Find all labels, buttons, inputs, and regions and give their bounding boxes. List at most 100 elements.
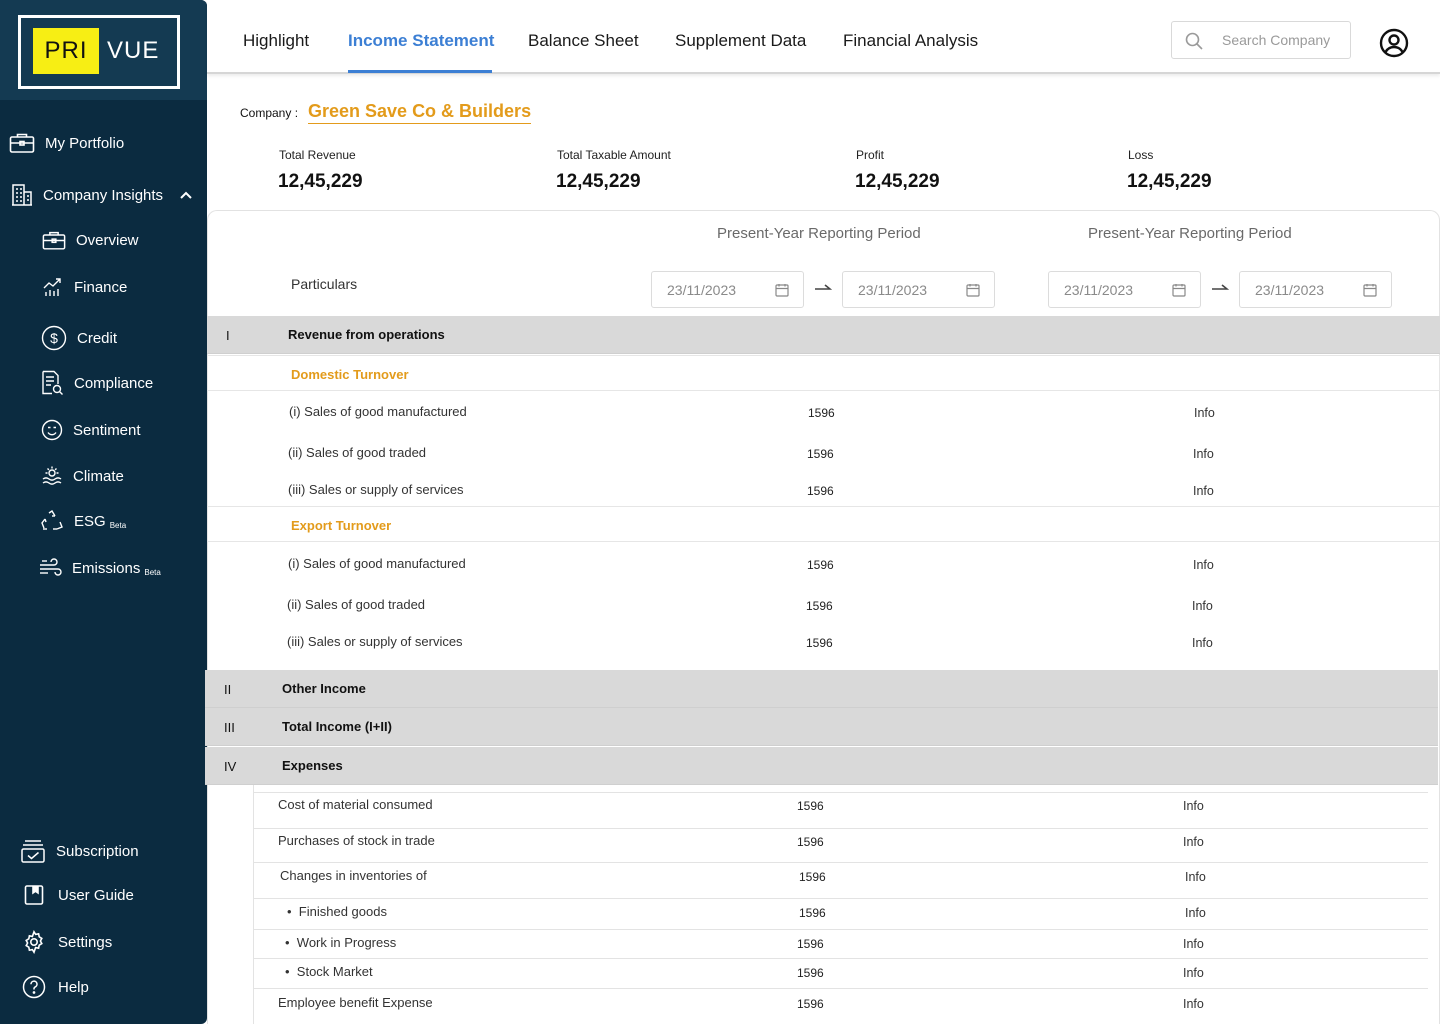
sidebar-item-esg[interactable]: ESG Beta bbox=[40, 509, 126, 533]
date-from-picker[interactable]: 23/11/2023 bbox=[651, 271, 804, 308]
sidebar-item-my-portfolio[interactable]: My Portfolio bbox=[9, 132, 124, 154]
chevron-up-icon[interactable] bbox=[179, 190, 193, 200]
row-value: 1596 bbox=[797, 937, 824, 951]
row-info: Info bbox=[1183, 997, 1204, 1011]
sidebar-item-sentiment[interactable]: Sentiment bbox=[41, 419, 141, 441]
sidebar-item-settings[interactable]: Settings bbox=[22, 930, 112, 954]
sidebar-item-label: Settings bbox=[58, 933, 113, 951]
row-value: 1596 bbox=[797, 997, 824, 1011]
row-info: Info bbox=[1185, 870, 1206, 884]
tab-income-statement[interactable]: Income Statement bbox=[348, 31, 494, 51]
row-label: • Stock Market bbox=[285, 964, 373, 979]
sidebar-item-company-insights[interactable]: Company Insights bbox=[11, 183, 193, 207]
section-row-other-income[interactable]: II Other Income bbox=[205, 670, 1438, 708]
row-value: 1596 bbox=[807, 558, 834, 572]
sidebar-item-credit[interactable]: $ Credit bbox=[41, 325, 117, 351]
sidebar-item-subscription[interactable]: Subscription bbox=[20, 838, 139, 864]
date-value: 23/11/2023 bbox=[1064, 282, 1134, 298]
sidebar-item-label: Sentiment bbox=[73, 421, 141, 439]
kpi-value: 12,45,229 bbox=[1127, 171, 1212, 192]
row-label: (ii) Sales of good traded bbox=[288, 445, 427, 460]
subscription-icon bbox=[21, 840, 45, 863]
sidebar-item-label: ESG Beta bbox=[74, 513, 126, 530]
sidebar-item-label: Finance bbox=[74, 278, 128, 296]
sidebar-item-label: Help bbox=[58, 978, 89, 996]
arrow-right-icon bbox=[815, 284, 832, 290]
row-label-text: Finished goods bbox=[298, 904, 387, 919]
search-input[interactable] bbox=[1222, 30, 1342, 50]
emissions-label: Emissions bbox=[72, 559, 141, 577]
row-value: 1596 bbox=[806, 599, 833, 613]
row-info: Info bbox=[1193, 447, 1214, 461]
climate-icon bbox=[42, 466, 62, 485]
subsection-title: Export Turnover bbox=[291, 518, 392, 533]
sidebar-item-compliance[interactable]: Compliance bbox=[40, 370, 153, 396]
date-from-picker[interactable]: 23/11/2023 bbox=[1048, 271, 1201, 308]
sidebar-item-label: Overview bbox=[76, 232, 139, 249]
row-value: 1596 bbox=[807, 447, 834, 461]
building-icon bbox=[12, 184, 32, 206]
period-title: Present-Year Reporting Period bbox=[717, 225, 921, 242]
row-info: Info bbox=[1193, 558, 1214, 572]
sidebar-item-emissions[interactable]: Emissions Beta bbox=[38, 558, 161, 578]
row-divider bbox=[253, 828, 1428, 829]
row-info: Info bbox=[1192, 599, 1213, 613]
sidebar-item-help[interactable]: Help bbox=[22, 975, 89, 999]
section-title: Expenses bbox=[282, 758, 343, 773]
sidebar-item-label: Compliance bbox=[74, 374, 154, 392]
section-row-expenses[interactable]: IV Expenses bbox=[205, 747, 1438, 785]
row-info: Info bbox=[1192, 636, 1213, 650]
tab-balance-sheet[interactable]: Balance Sheet bbox=[528, 31, 639, 51]
tab-financial-analysis[interactable]: Financial Analysis bbox=[843, 31, 978, 51]
sidebar-item-label: Subscription bbox=[56, 842, 139, 860]
sidebar-item-user-guide[interactable]: User Guide bbox=[23, 884, 134, 906]
row-divider bbox=[253, 988, 1428, 989]
company-label: Company : bbox=[240, 106, 299, 120]
section-title: Total Income (I+II) bbox=[282, 719, 392, 734]
section-number: I bbox=[226, 328, 230, 343]
esg-label: ESG bbox=[74, 512, 106, 530]
sidebar: PRI VUE My Portfolio Company Insights Ov… bbox=[0, 0, 207, 1024]
svg-text:$: $ bbox=[50, 330, 58, 346]
tab-highlight[interactable]: Highlight bbox=[243, 31, 309, 51]
active-tab-indicator bbox=[348, 70, 492, 73]
row-label: • Finished goods bbox=[287, 904, 387, 919]
sidebar-item-finance[interactable]: Finance bbox=[42, 276, 127, 298]
section-row-total-income[interactable]: III Total Income (I+II) bbox=[205, 708, 1438, 746]
company-name-link[interactable]: Green Save Co & Builders bbox=[308, 101, 532, 124]
row-label: (i) Sales of good manufactured bbox=[288, 556, 466, 571]
subsection-row: Export Turnover bbox=[207, 506, 1440, 542]
period-title: Present-Year Reporting Period bbox=[1088, 225, 1292, 242]
help-icon bbox=[22, 975, 46, 999]
section-row-revenue[interactable]: I Revenue from operations bbox=[207, 316, 1440, 354]
chart-hand-icon bbox=[43, 278, 61, 296]
row-label: (ii) Sales of good traded bbox=[287, 597, 426, 612]
row-divider bbox=[253, 898, 1428, 899]
sidebar-item-climate[interactable]: Climate bbox=[41, 465, 124, 487]
search-box[interactable] bbox=[1171, 21, 1351, 59]
section-number: IV bbox=[224, 759, 237, 774]
recycle-icon bbox=[41, 510, 63, 530]
user-circle-icon[interactable] bbox=[1379, 28, 1409, 58]
date-to-picker[interactable]: 23/11/2023 bbox=[842, 271, 995, 308]
date-to-picker[interactable]: 23/11/2023 bbox=[1239, 271, 1392, 308]
book-icon bbox=[24, 885, 44, 905]
logo[interactable]: PRI VUE bbox=[18, 15, 180, 89]
row-value: 1596 bbox=[806, 636, 833, 650]
sidebar-item-overview[interactable]: Overview bbox=[42, 230, 139, 251]
row-value: 1596 bbox=[807, 484, 834, 498]
row-info: Info bbox=[1183, 937, 1204, 951]
search-icon bbox=[1185, 32, 1203, 50]
row-label: Purchases of stock in trade bbox=[278, 833, 435, 848]
beta-badge: Beta bbox=[109, 520, 127, 530]
row-value: 1596 bbox=[797, 835, 824, 849]
row-value: 1596 bbox=[797, 799, 824, 813]
tab-supplement-data[interactable]: Supplement Data bbox=[675, 31, 806, 51]
section-title: Revenue from operations bbox=[288, 327, 445, 342]
date-value: 23/11/2023 bbox=[1255, 282, 1325, 298]
kpi-label: Total Revenue bbox=[279, 148, 356, 162]
section-title: Other Income bbox=[282, 681, 366, 696]
dollar-circle-icon: $ bbox=[41, 325, 67, 351]
sidebar-item-label: Credit bbox=[77, 329, 118, 347]
row-divider bbox=[253, 792, 1428, 793]
